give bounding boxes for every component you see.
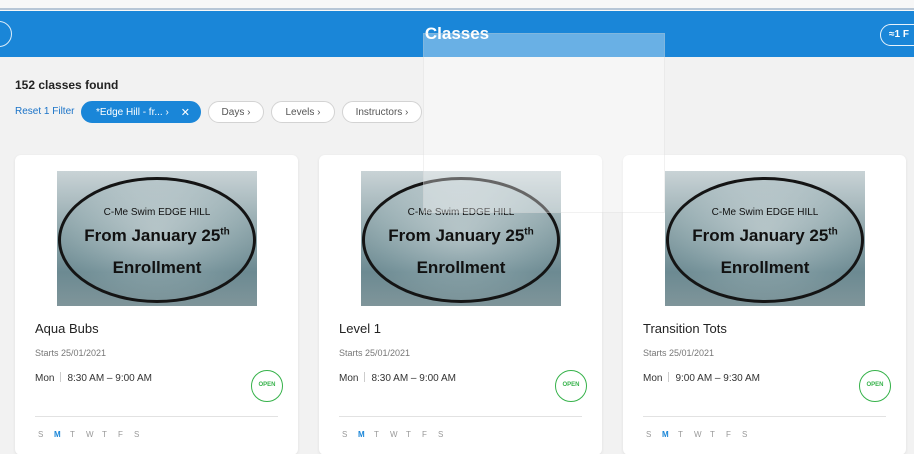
banner-venue: C-Me Swim EDGE HILL	[711, 207, 819, 218]
clear-filter-icon[interactable]: ✕	[181, 106, 190, 119]
class-card[interactable]: C-Me Swim EDGE HILL From January 25th En…	[623, 155, 906, 454]
class-title: Level 1	[339, 321, 381, 336]
filter-button[interactable]: ≈1 F	[880, 24, 914, 46]
class-start-date: Starts 25/01/2021	[339, 348, 411, 358]
faded-overlay-panel	[423, 33, 665, 213]
class-title: Aqua Bubs	[35, 321, 99, 336]
banner-date: From January 25th	[692, 226, 838, 245]
banner-enrollment: Enrollment	[416, 258, 506, 277]
banner-date: From January 25th	[388, 226, 534, 245]
weekday-row: SMTWTFS	[646, 430, 748, 439]
class-schedule: Mon 8:30 AM – 9:00 AM	[35, 372, 152, 384]
location-filter-chip[interactable]: *Edge Hill - fr... › ✕	[81, 101, 201, 123]
class-schedule: Mon 9:00 AM – 9:30 AM	[643, 372, 760, 384]
banner-enrollment: Enrollment	[720, 258, 810, 277]
class-start-date: Starts 25/01/2021	[643, 348, 715, 358]
weekday-row: SMTWTFS	[342, 430, 444, 439]
status-badge: OPEN	[555, 370, 587, 402]
location-filter-label: *Edge Hill - fr... ›	[96, 107, 169, 118]
class-card[interactable]: C-Me Swim EDGE HILL From January 25th En…	[15, 155, 298, 454]
card-divider	[339, 416, 582, 417]
banner-enrollment: Enrollment	[112, 258, 202, 277]
card-divider	[35, 416, 278, 417]
status-badge: OPEN	[859, 370, 891, 402]
card-divider	[643, 416, 886, 417]
banner-date: From January 25th	[84, 226, 230, 245]
instructors-filter-chip[interactable]: Instructors ›	[342, 101, 422, 123]
results-count: 152 classes found	[15, 78, 119, 92]
banner-venue: C-Me Swim EDGE HILL	[103, 207, 211, 218]
class-schedule: Mon 8:30 AM – 9:00 AM	[339, 372, 456, 384]
banner-oval: C-Me Swim EDGE HILL From January 25th En…	[666, 177, 864, 303]
class-start-date: Starts 25/01/2021	[35, 348, 107, 358]
days-filter-chip[interactable]: Days ›	[208, 101, 264, 123]
status-badge: OPEN	[251, 370, 283, 402]
banner-oval: C-Me Swim EDGE HILL From January 25th En…	[58, 177, 256, 303]
class-banner-image: C-Me Swim EDGE HILL From January 25th En…	[665, 171, 865, 306]
class-title: Transition Tots	[643, 321, 727, 336]
reset-filter-link[interactable]: Reset 1 Filter	[15, 106, 74, 117]
class-banner-image: C-Me Swim EDGE HILL From January 25th En…	[57, 171, 257, 306]
weekday-row: SMTWTFS	[38, 430, 140, 439]
levels-filter-chip[interactable]: Levels ›	[271, 101, 335, 123]
